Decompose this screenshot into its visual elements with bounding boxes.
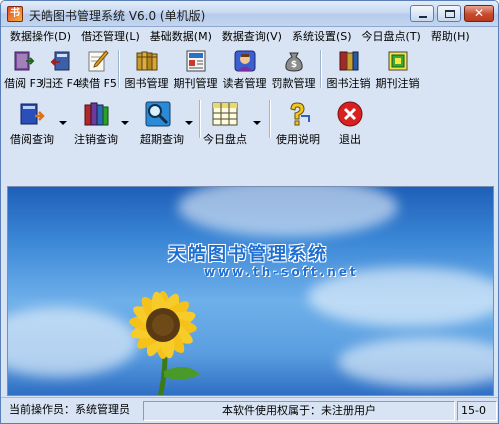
exit-label: 退出 [339,133,361,146]
periodical-cancel-icon [388,51,407,71]
title-bar[interactable]: 书 天皓图书管理系统 V6.0 (单机版) ✕ [1,1,498,27]
book-cancel-button[interactable]: 图书注销 [324,46,373,92]
app-logo-icon[interactable]: 书 [7,6,23,22]
user-guide-button[interactable]: 使用说明 [273,96,331,146]
overdue-query-label: 超期查询 [140,133,184,146]
money-bag-icon: $ [284,52,303,72]
menu-daily-inventory[interactable]: 今日盘点(T) [357,28,426,45]
close-button[interactable]: ✕ [464,5,494,22]
chevron-down-icon[interactable] [185,121,193,125]
inventory-spreadsheet-icon [212,102,238,126]
borrow-query-label: 借阅查询 [10,133,54,146]
exit-red-x-icon [337,101,363,127]
daily-inventory-button[interactable]: 今日盘点 [203,96,267,146]
periodical-icon [186,50,205,72]
menu-data-query[interactable]: 数据查询(V) [217,28,287,45]
menu-system-settings[interactable]: 系统设置(S) [287,28,357,45]
status-date: 15-0 [457,401,497,421]
renew-pencil-icon [88,50,109,72]
cancel-query-label: 注销查询 [74,133,118,146]
reader-management-button[interactable]: 读者管理 [220,46,269,92]
splash-banner: 天皓图书管理系统 www.th-soft.net [7,186,494,396]
minimize-button[interactable] [410,5,434,22]
periodical-cancel-label: 期刊注销 [375,77,420,90]
periodical-cancel-button[interactable]: 期刊注销 [373,46,422,92]
menu-data-operations[interactable]: 数据操作(D) [5,28,76,45]
menu-basic-data[interactable]: 基础数据(M) [145,28,217,45]
borrow-query-book-icon [20,103,45,125]
status-bar: 当前操作员：系统管理员 本软件使用权属于：未注册用户 15-0 [1,397,498,423]
query-toolbar: 借阅查询 注销查询 超期查询 今日盘点 使用说明 退出 [5,96,495,146]
books-shelf-icon [136,51,157,71]
menu-help[interactable]: 帮助(H) [426,28,475,45]
daily-inventory-label: 今日盘点 [203,133,247,146]
book-cancel-icon [339,51,358,71]
close-icon: ✕ [473,6,485,20]
renew-button[interactable]: 续借 F5 [78,46,117,92]
chevron-down-icon[interactable] [121,121,129,125]
exit-button[interactable]: 退出 [331,96,375,146]
menu-borrow-return[interactable]: 借还管理(L) [76,28,145,45]
cloud [338,337,493,387]
fine-management-label: 罚款管理 [271,77,316,90]
fine-management-button[interactable]: $ 罚款管理 [269,46,318,92]
minimize-icon [419,16,427,18]
return-book-icon [50,51,69,71]
maximize-icon [445,10,455,18]
banner-title: 天皓图书管理系统 [168,244,328,265]
return-button[interactable]: 归还 F4 [41,46,80,92]
chevron-down-icon[interactable] [253,121,261,125]
status-operator: 当前操作员：系统管理员 [9,403,130,416]
main-toolbar: 借阅 F3 归还 F4 续借 F5 图书管理 期刊管理 读者管理 $ 罚款管理 … [4,46,495,92]
periodical-management-button[interactable]: 期刊管理 [171,46,220,92]
reader-user-icon [234,50,255,72]
overdue-magnifier-icon [145,101,171,127]
banner-url: www.th-soft.net [204,265,359,279]
cancel-query-button[interactable]: 注销查询 [71,96,133,146]
book-management-button[interactable]: 图书管理 [122,46,171,92]
chevron-down-icon[interactable] [59,121,67,125]
borrow-query-button[interactable]: 借阅查询 [5,96,71,146]
status-license: 本软件使用权属于：未注册用户 [143,401,455,421]
overdue-query-button[interactable]: 超期查询 [133,96,197,146]
renew-label: 续借 F5 [78,77,117,90]
cloud [178,187,398,237]
cancel-query-books-icon [84,102,109,126]
help-question-icon [290,102,310,126]
menu-bar: 数据操作(D) 借还管理(L) 基础数据(M) 数据查询(V) 系统设置(S) … [5,28,495,45]
svg-text:$: $ [290,60,296,70]
main-window: 书 天皓图书管理系统 V6.0 (单机版) ✕ 数据操作(D) 借还管理(L) … [0,0,499,424]
borrow-button[interactable]: 借阅 F3 [4,46,43,92]
borrow-book-icon [14,51,34,71]
maximize-button[interactable] [437,5,461,22]
user-guide-label: 使用说明 [276,133,320,146]
window-title: 天皓图书管理系统 V6.0 (单机版) [29,9,206,23]
